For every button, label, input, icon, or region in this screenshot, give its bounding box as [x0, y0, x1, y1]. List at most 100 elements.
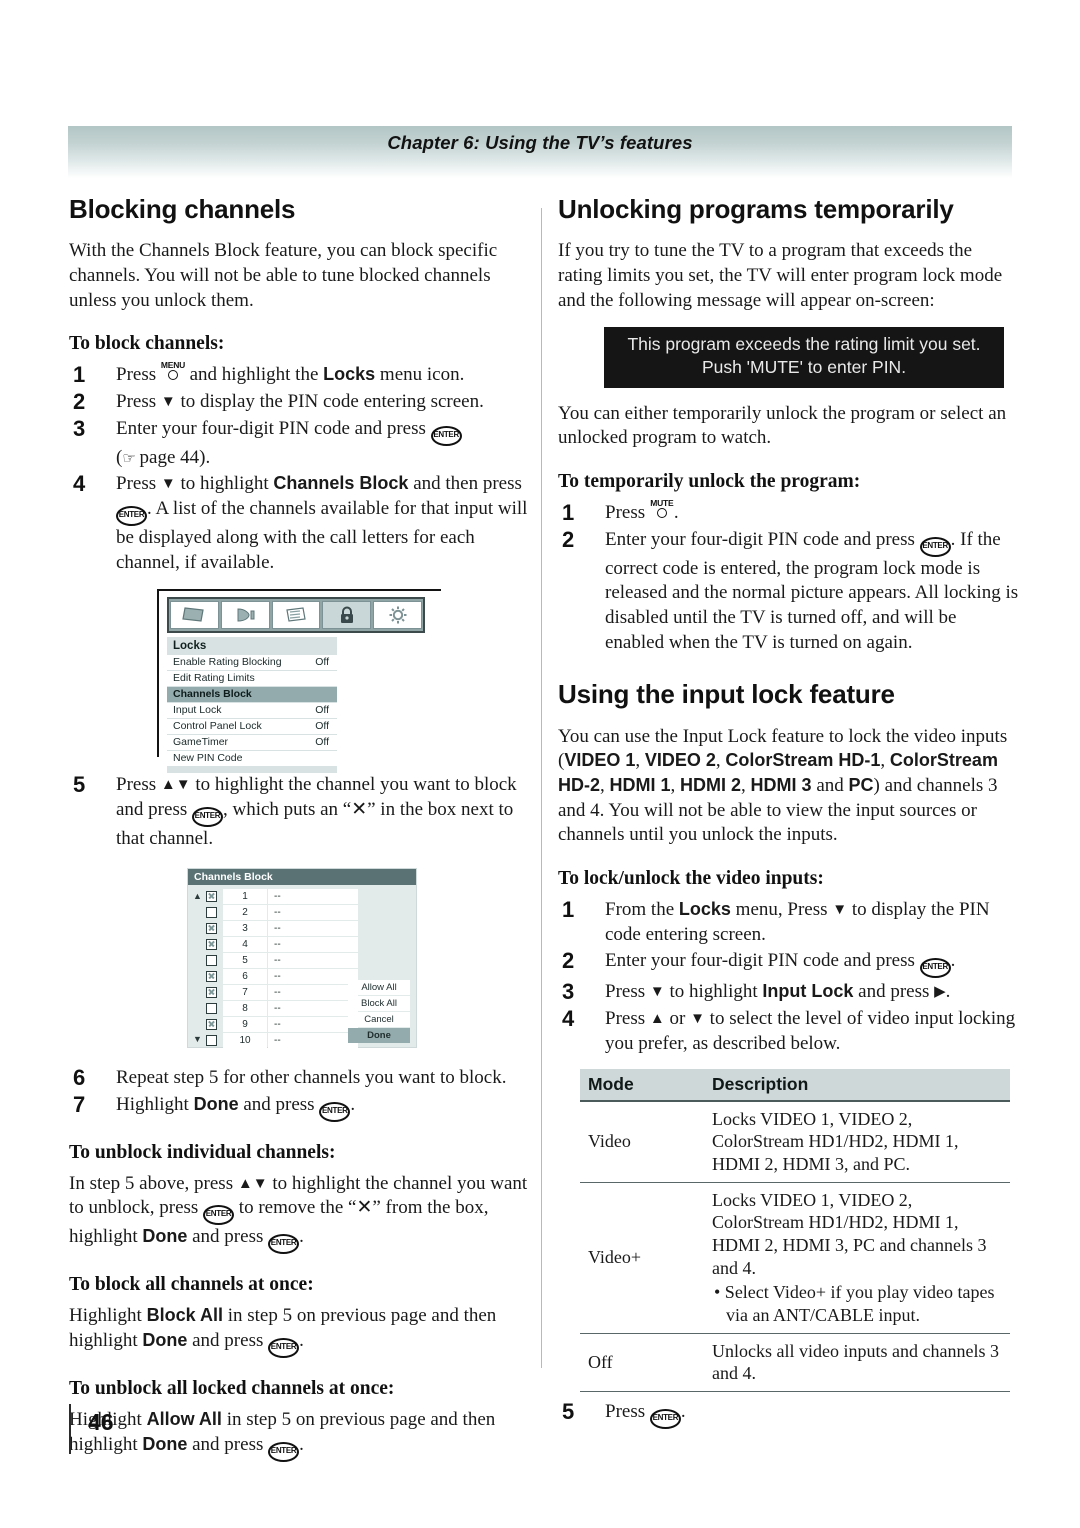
step-text: and then press [408, 473, 522, 495]
channel-number: 10 [223, 1032, 267, 1048]
channel-checkbox-unchecked[interactable] [206, 906, 217, 918]
step-text: Press [116, 473, 161, 495]
channel-checkbox-checked[interactable] [206, 1018, 217, 1030]
channel-row[interactable]: 2 -- [188, 904, 416, 920]
step-text: Enter your four-digit PIN code and press [605, 950, 920, 972]
step-item: 1 Press MENU and highlight the Locks men… [69, 360, 531, 388]
menu-item-channels-block[interactable]: Channels Block [167, 687, 337, 703]
lock-icon[interactable] [322, 601, 372, 630]
step-number: 5 [562, 1398, 575, 1424]
channel-checkbox-checked[interactable] [206, 938, 217, 950]
block-channels-steps-end: 6 Repeat step 5 for other channels you w… [69, 1065, 531, 1122]
step-item: 7 Highlight Done and press ENTER. [69, 1092, 531, 1122]
left-column: Blocking channels With the Channels Bloc… [69, 195, 531, 1476]
enter-key-icon: ENTER [191, 807, 223, 828]
menu-item-label: Control Panel Lock [173, 720, 262, 733]
step-number: 2 [562, 526, 575, 552]
enter-key-icon: ENTER [919, 958, 951, 979]
channel-checkbox-checked[interactable] [206, 970, 217, 982]
channel-call-letters: -- [268, 904, 358, 920]
audio-icon[interactable] [220, 601, 270, 630]
step-number: 5 [73, 772, 86, 798]
enter-key-icon: ENTER [268, 1441, 300, 1462]
channel-call-letters: -- [268, 936, 358, 952]
channel-checkbox-unchecked[interactable] [206, 1002, 217, 1014]
menu-item-control-panel-lock[interactable]: Control Panel Lock Off [167, 719, 337, 735]
step-text: Press [116, 364, 161, 386]
arrow-up-icon: ▲ [649, 1011, 665, 1028]
unblock-all-text: Highlight Allow All in step 5 on previou… [69, 1408, 531, 1462]
text-fragment: In step 5 above, press [69, 1172, 238, 1194]
step-text: . [673, 501, 679, 523]
step-text: and highlight the [184, 364, 324, 386]
picture-icon[interactable] [170, 601, 219, 630]
step-item: 4 Press ▲ or ▼ to select the level of vi… [558, 1006, 1020, 1056]
channel-checkbox-unchecked[interactable] [206, 954, 217, 966]
step-text: . [350, 1093, 356, 1115]
heading-unblock-all: To unblock all locked channels at once: [69, 1377, 395, 1399]
step-number: 3 [562, 979, 575, 1005]
manual-page: Chapter 6: Using the TV’s features Block… [0, 0, 1080, 1528]
step-text: . [680, 1400, 686, 1422]
step-text: . A list of the channels available for t… [116, 498, 528, 573]
channel-number: 6 [223, 968, 267, 984]
channel-number: 4 [223, 936, 267, 952]
menu-item-label: GameTimer [173, 736, 229, 749]
channel-checkbox-checked[interactable] [206, 890, 217, 902]
channel-row[interactable]: 4 -- [188, 936, 416, 952]
menu-item-enable-rating-blocking[interactable]: Enable Rating Blocking Off [167, 655, 337, 671]
mode-description-text: Locks VIDEO 1, VIDEO 2, ColorStream HD1/… [712, 1189, 987, 1278]
channel-call-letters: -- [268, 952, 358, 968]
footer-rule [69, 1404, 71, 1454]
step-text: and press [853, 981, 935, 1003]
osd-message-line-2: Push 'MUTE' to enter PIN. [701, 357, 907, 378]
menu-item-input-lock[interactable]: Input Lock Off [167, 703, 337, 719]
step-text: Press [116, 391, 161, 413]
step-item: 5 Press ▲▼ to highlight the channel you … [69, 772, 531, 851]
input-name-hdmi-2: HDMI 2 [680, 775, 742, 796]
channel-row[interactable]: 5 -- [188, 952, 416, 968]
menu-item-value: Off [315, 720, 329, 733]
channel-checkbox-unchecked[interactable] [206, 1034, 217, 1046]
step-text: Press [605, 1400, 650, 1422]
done-button[interactable]: Done [348, 1027, 410, 1043]
setup-icon[interactable] [373, 601, 422, 630]
cancel-button[interactable]: Cancel [348, 1011, 410, 1027]
channel-checkbox-checked[interactable] [206, 986, 217, 998]
mode-value: Video+ [580, 1182, 704, 1334]
mode-description: Locks VIDEO 1, VIDEO 2, ColorStream HD1/… [704, 1100, 1010, 1183]
step-number: 2 [73, 389, 86, 415]
menu-item-gametimer[interactable]: GameTimer Off [167, 735, 337, 751]
step-text: ). [199, 446, 211, 468]
channel-checkbox-checked[interactable] [206, 922, 217, 934]
block-all-text: Highlight Block All in step 5 on previou… [69, 1304, 531, 1358]
menu-item-label: Enable Rating Blocking [173, 656, 282, 669]
channels-block-buttons: Allow All Block All Cancel Done [348, 979, 410, 1044]
channel-call-letters: -- [268, 1000, 358, 1016]
allow-all-button[interactable]: Allow All [348, 979, 410, 995]
step-text: and press [238, 1093, 320, 1115]
arrow-down-icon: ▼ [832, 902, 848, 919]
settings-icon[interactable] [271, 601, 321, 630]
block-all-button[interactable]: Block All [348, 995, 410, 1011]
menu-item-value: Off [315, 736, 329, 749]
heading-temporarily-unlock: To temporarily unlock the program: [558, 470, 861, 492]
step-number: 4 [562, 1006, 575, 1032]
channel-row[interactable]: 1 -- [188, 888, 416, 904]
input-name-hdmi-1: HDMI 1 [609, 775, 671, 796]
locks-menu-screenshot: Locks Enable Rating Blocking Off Edit Ra… [157, 589, 441, 774]
channel-number: 1 [223, 888, 267, 904]
channel-row[interactable]: 3 -- [188, 920, 416, 936]
block-channels-steps-cont: 5 Press ▲▼ to highlight the channel you … [69, 772, 531, 851]
menu-item-edit-rating-limits[interactable]: Edit Rating Limits [167, 671, 337, 687]
channel-call-letters: -- [268, 984, 358, 1000]
table-row: Video+ Locks VIDEO 1, VIDEO 2, ColorStre… [580, 1182, 1010, 1334]
osd-rating-warning-message: This program exceeds the rating limit yo… [604, 327, 1004, 388]
menu-item-new-pin-code[interactable]: New PIN Code [167, 751, 337, 767]
step-item: 2 Enter your four-digit PIN code and pre… [558, 948, 1020, 979]
heading-to-block-channels: To block channels: [69, 333, 225, 355]
mute-key-icon: MUTE [650, 498, 674, 520]
button-name-done: Done [142, 1329, 188, 1350]
step-item: 1 Press MUTE. [558, 498, 1020, 526]
column-header-description: Description [704, 1068, 1010, 1102]
